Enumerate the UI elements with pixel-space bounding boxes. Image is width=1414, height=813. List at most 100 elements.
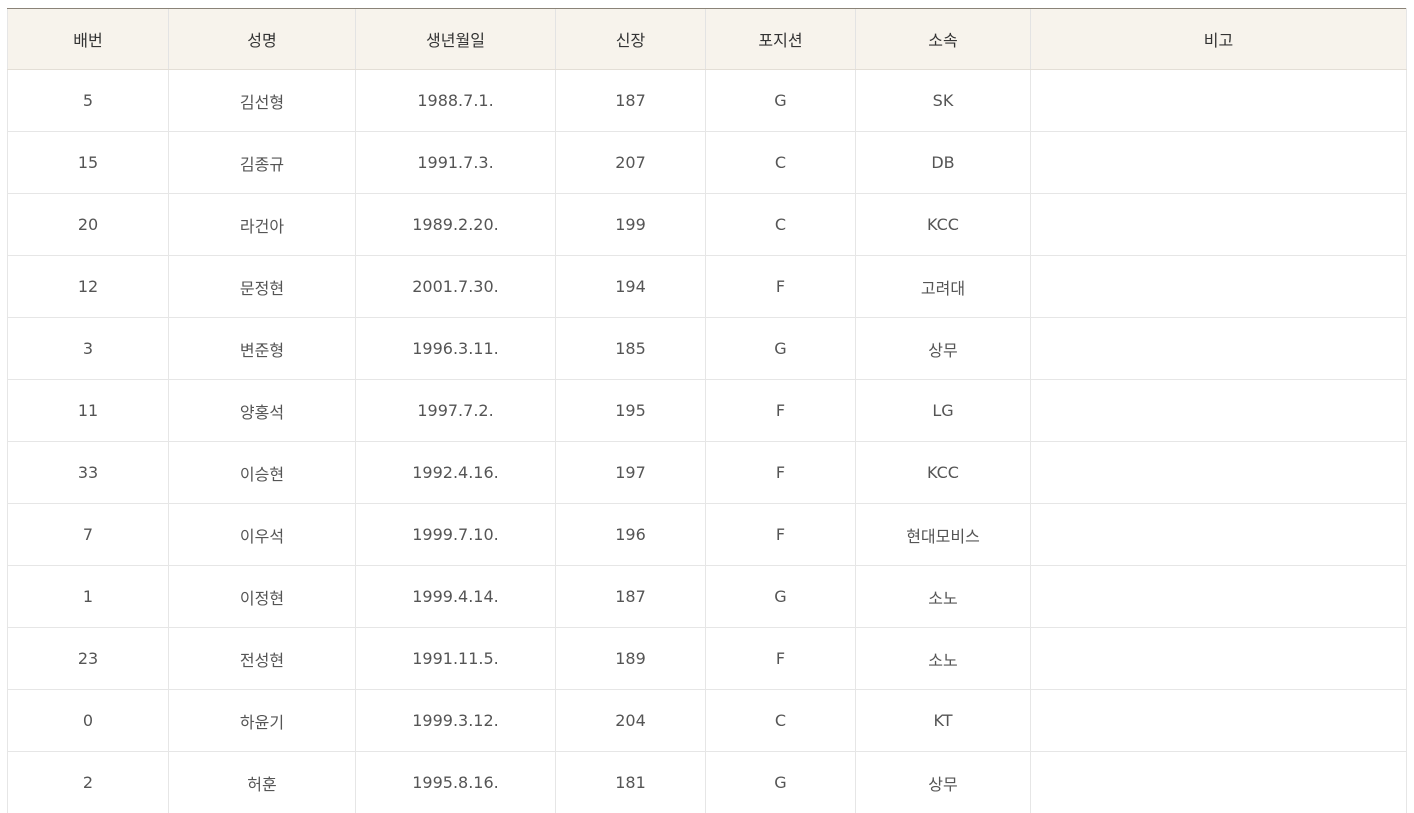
cell-position: F (705, 255, 856, 318)
table-row: 33 이승현 1992.4.16. 197 F KCC (7, 441, 1407, 504)
cell-note (1030, 379, 1407, 442)
cell-position: C (705, 131, 856, 194)
cell-name: 김종규 (168, 131, 356, 194)
cell-note (1030, 441, 1407, 504)
cell-position: F (705, 503, 856, 566)
cell-birth: 1999.3.12. (355, 689, 556, 752)
cell-height: 195 (555, 379, 706, 442)
cell-birth: 1999.7.10. (355, 503, 556, 566)
cell-height: 204 (555, 689, 706, 752)
cell-birth: 1995.8.16. (355, 751, 556, 813)
cell-birth: 1991.11.5. (355, 627, 556, 690)
cell-number: 33 (7, 441, 169, 504)
cell-note (1030, 689, 1407, 752)
table-row: 20 라건아 1989.2.20. 199 C KCC (7, 193, 1407, 256)
cell-height: 181 (555, 751, 706, 813)
cell-name: 변준형 (168, 317, 356, 380)
cell-team: LG (855, 379, 1031, 442)
cell-birth: 2001.7.30. (355, 255, 556, 318)
cell-number: 23 (7, 627, 169, 690)
cell-height: 189 (555, 627, 706, 690)
column-header-note: 비고 (1030, 8, 1407, 70)
cell-note (1030, 565, 1407, 628)
cell-name: 라건아 (168, 193, 356, 256)
cell-name: 문정현 (168, 255, 356, 318)
cell-number: 15 (7, 131, 169, 194)
cell-number: 20 (7, 193, 169, 256)
cell-team: KCC (855, 193, 1031, 256)
cell-number: 2 (7, 751, 169, 813)
cell-note (1030, 317, 1407, 380)
cell-note (1030, 69, 1407, 132)
table-row: 11 양홍석 1997.7.2. 195 F LG (7, 379, 1407, 442)
cell-team: DB (855, 131, 1031, 194)
cell-position: G (705, 69, 856, 132)
table-row: 0 하윤기 1999.3.12. 204 C KT (7, 689, 1407, 752)
cell-team: 소노 (855, 565, 1031, 628)
cell-number: 11 (7, 379, 169, 442)
cell-number: 12 (7, 255, 169, 318)
cell-height: 185 (555, 317, 706, 380)
cell-position: G (705, 751, 856, 813)
cell-team: 상무 (855, 751, 1031, 813)
cell-position: F (705, 441, 856, 504)
cell-name: 이정현 (168, 565, 356, 628)
table-row: 1 이정현 1999.4.14. 187 G 소노 (7, 565, 1407, 628)
cell-height: 187 (555, 69, 706, 132)
table-header: 배번 성명 생년월일 신장 포지션 소속 비고 (7, 8, 1407, 70)
cell-number: 5 (7, 69, 169, 132)
cell-height: 196 (555, 503, 706, 566)
cell-birth: 1991.7.3. (355, 131, 556, 194)
cell-team: KT (855, 689, 1031, 752)
cell-note (1030, 193, 1407, 256)
cell-position: F (705, 627, 856, 690)
cell-height: 207 (555, 131, 706, 194)
cell-note (1030, 131, 1407, 194)
cell-team: 상무 (855, 317, 1031, 380)
table-row: 12 문정현 2001.7.30. 194 F 고려대 (7, 255, 1407, 318)
cell-team: 소노 (855, 627, 1031, 690)
cell-position: C (705, 689, 856, 752)
cell-note (1030, 255, 1407, 318)
cell-height: 194 (555, 255, 706, 318)
roster-table-container: 배번 성명 생년월일 신장 포지션 소속 비고 5 김선형 1988.7.1. … (7, 8, 1407, 813)
cell-birth: 1989.2.20. (355, 193, 556, 256)
table-body: 5 김선형 1988.7.1. 187 G SK 15 김종규 1991.7.3… (7, 69, 1407, 813)
cell-note (1030, 627, 1407, 690)
cell-height: 187 (555, 565, 706, 628)
cell-birth: 1988.7.1. (355, 69, 556, 132)
cell-position: G (705, 565, 856, 628)
column-header-name: 성명 (168, 8, 356, 70)
cell-position: G (705, 317, 856, 380)
column-header-height: 신장 (555, 8, 706, 70)
table-row: 15 김종규 1991.7.3. 207 C DB (7, 131, 1407, 194)
cell-name: 하윤기 (168, 689, 356, 752)
cell-number: 3 (7, 317, 169, 380)
cell-birth: 1997.7.2. (355, 379, 556, 442)
column-header-number: 배번 (7, 8, 169, 70)
column-header-team: 소속 (855, 8, 1031, 70)
cell-name: 김선형 (168, 69, 356, 132)
table-row: 23 전성현 1991.11.5. 189 F 소노 (7, 627, 1407, 690)
cell-note (1030, 751, 1407, 813)
cell-birth: 1996.3.11. (355, 317, 556, 380)
cell-name: 이승현 (168, 441, 356, 504)
cell-number: 7 (7, 503, 169, 566)
cell-name: 전성현 (168, 627, 356, 690)
cell-position: F (705, 379, 856, 442)
cell-team: 고려대 (855, 255, 1031, 318)
header-row: 배번 성명 생년월일 신장 포지션 소속 비고 (7, 8, 1407, 70)
table-row: 2 허훈 1995.8.16. 181 G 상무 (7, 751, 1407, 813)
table-row: 7 이우석 1999.7.10. 196 F 현대모비스 (7, 503, 1407, 566)
cell-birth: 1999.4.14. (355, 565, 556, 628)
cell-number: 0 (7, 689, 169, 752)
cell-team: SK (855, 69, 1031, 132)
roster-table: 배번 성명 생년월일 신장 포지션 소속 비고 5 김선형 1988.7.1. … (7, 8, 1407, 813)
cell-height: 197 (555, 441, 706, 504)
cell-name: 이우석 (168, 503, 356, 566)
column-header-position: 포지션 (705, 8, 856, 70)
table-row: 5 김선형 1988.7.1. 187 G SK (7, 69, 1407, 132)
cell-note (1030, 503, 1407, 566)
cell-team: KCC (855, 441, 1031, 504)
cell-name: 양홍석 (168, 379, 356, 442)
